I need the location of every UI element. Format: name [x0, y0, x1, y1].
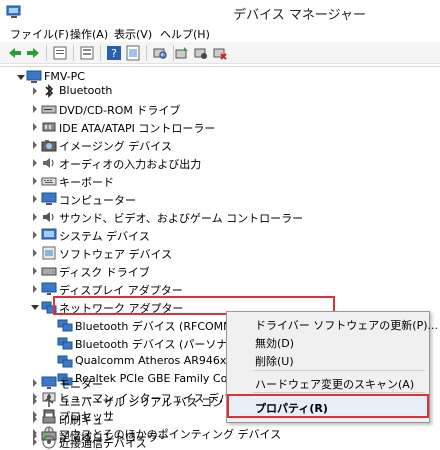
tree-item[interactable]: コンピューター [0, 190, 440, 208]
tree-item[interactable]: キーボード [0, 172, 440, 190]
menu-update-driver[interactable]: ドライバー ソフトウェアの更新(P)... [255, 317, 438, 333]
help-icon[interactable]: ? [106, 45, 122, 61]
toolbar: ? [0, 42, 440, 64]
tree-item[interactable]: オーディオの入力および出力 [0, 154, 440, 172]
menu-file[interactable]: ファイル(F) [10, 26, 69, 42]
scan-hardware-icon[interactable] [152, 45, 168, 61]
tree-item[interactable]: DVD/CD-ROM ドライブ [0, 100, 440, 118]
sound-video-game-icon [43, 212, 54, 222]
tree-item[interactable]: イメージング デバイス [0, 136, 440, 154]
menu-bar: ファイル(F) 操作(A) 表示(V) ヘルプ(H) [0, 25, 440, 42]
tree-item[interactable]: システム デバイス [0, 226, 440, 244]
collapse-arrow-icon[interactable] [31, 305, 39, 310]
window-title: デバイス マネージャー [233, 8, 366, 23]
system-device-icon [41, 228, 57, 240]
proximity-device-icon [42, 435, 56, 449]
menu-properties[interactable]: プロパティ(R) [255, 400, 328, 416]
update-driver-icon[interactable] [174, 45, 190, 61]
dvd-drive-icon [41, 105, 57, 114]
expand-arrow-icon[interactable] [33, 397, 37, 405]
bluetooth-icon [45, 84, 54, 98]
software-device-icon [42, 246, 56, 260]
expand-arrow-icon[interactable] [33, 159, 37, 167]
title-bar: デバイス マネージャー [0, 0, 440, 25]
expand-arrow-icon[interactable] [33, 438, 37, 446]
keyboard-icon [41, 177, 57, 186]
tree-item[interactable]: サウンド、ビデオ、およびゲーム コントローラー [0, 208, 440, 226]
expand-arrow-icon[interactable] [33, 415, 37, 423]
uninstall-device-icon[interactable] [212, 45, 228, 61]
forward-icon[interactable] [25, 45, 41, 61]
menu-scan-hardware[interactable]: ハードウェア変更のスキャン(A) [255, 376, 414, 392]
audio-icon [43, 158, 54, 168]
menu-uninstall[interactable]: 削除(U) [255, 353, 294, 369]
menu-action[interactable]: 操作(A) [70, 26, 108, 42]
expand-arrow-icon[interactable] [33, 267, 37, 275]
tree-item[interactable]: ディスク ドライブ [0, 262, 440, 280]
tree-item[interactable]: IDE ATA/ATAPI コントローラー [0, 118, 440, 136]
list-view-icon[interactable] [79, 45, 95, 61]
expand-arrow-icon[interactable] [33, 213, 37, 221]
usb-controller-icon [44, 394, 54, 407]
computer-category-icon [41, 192, 57, 205]
disable-device-icon[interactable] [193, 45, 209, 61]
expand-arrow-icon[interactable] [33, 379, 37, 387]
menu-disable[interactable]: 無効(D) [255, 335, 294, 351]
ide-controller-icon [42, 122, 56, 132]
expand-arrow-icon[interactable] [33, 195, 37, 203]
network-adapter-icon [57, 319, 73, 332]
expand-arrow-icon[interactable] [33, 231, 37, 239]
expand-arrow-icon[interactable] [33, 249, 37, 257]
svg-text:?: ? [111, 47, 117, 60]
menu-help[interactable]: ヘルプ(H) [160, 26, 210, 42]
expand-arrow-icon[interactable] [33, 177, 37, 185]
properties-view-icon[interactable] [52, 45, 68, 61]
menu-view[interactable]: 表示(V) [114, 26, 152, 42]
disk-drive-icon [41, 267, 57, 276]
display-adapter-icon [41, 282, 57, 295]
expand-arrow-icon[interactable] [33, 123, 37, 131]
back-icon[interactable] [7, 45, 23, 61]
expand-arrow-icon[interactable] [33, 105, 37, 113]
context-menu: ドライバー ソフトウェアの更新(P)... 無効(D) 削除(U) ハードウェア… [226, 311, 438, 423]
imaging-device-icon [41, 140, 57, 152]
print-queue-icon [42, 412, 56, 424]
menu-separator [253, 392, 425, 393]
monitor-icon [41, 376, 57, 389]
expand-arrow-icon[interactable] [33, 285, 37, 293]
collapse-arrow-icon[interactable] [17, 75, 25, 80]
details-icon[interactable] [125, 45, 141, 61]
tree-item[interactable]: ソフトウェア デバイス [0, 244, 440, 262]
expand-arrow-icon[interactable] [33, 87, 37, 95]
network-adapter-icon [57, 355, 73, 368]
expand-arrow-icon[interactable] [33, 141, 37, 149]
network-adapter-icon [57, 337, 73, 350]
tree-item[interactable]: Bluetooth [0, 82, 440, 100]
menu-separator [253, 370, 425, 371]
tree-item[interactable]: 近接通信デバイス [0, 432, 440, 450]
